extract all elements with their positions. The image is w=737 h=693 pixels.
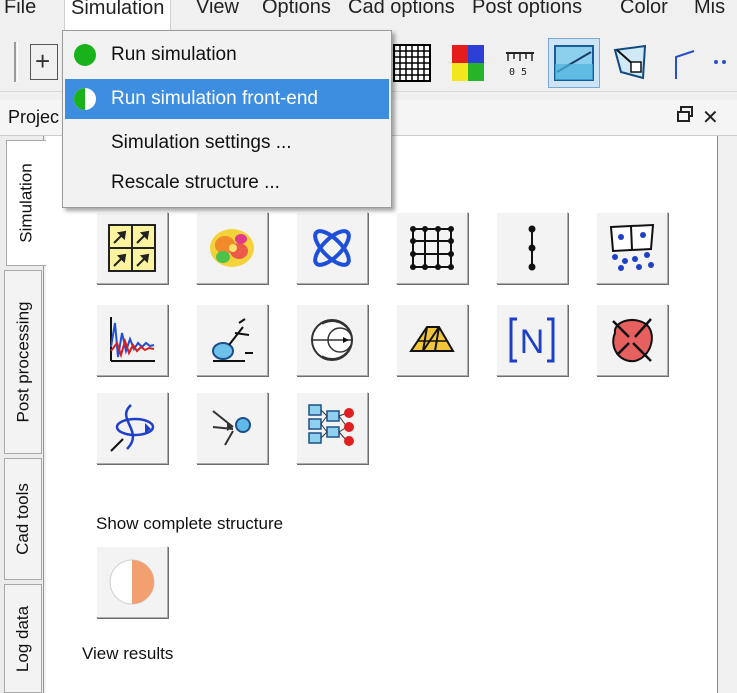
simulation-dropdown-menu: Run simulation Run simulation front-end …	[62, 30, 392, 208]
tab-simulation-label: Simulation	[16, 163, 36, 243]
menu-cad-options[interactable]: Cad options	[348, 0, 455, 19]
menu-simulation[interactable]: Simulation	[64, 0, 172, 30]
tab-post-processing-label: Post processing	[13, 301, 33, 423]
half-shade-icon[interactable]	[96, 546, 168, 618]
plus-icon[interactable]: +	[30, 44, 58, 80]
green-half-circle-icon	[74, 88, 96, 110]
port-probe-icon[interactable]	[196, 304, 268, 376]
menu-post-options[interactable]: Post options	[472, 0, 582, 19]
menu-item-simulation-settings-label: Simulation settings ...	[111, 132, 292, 153]
toolbar-grip[interactable]	[14, 42, 18, 82]
cad-transform-icon[interactable]	[604, 38, 656, 88]
mesh-points-icon[interactable]	[596, 212, 668, 284]
grid-icon[interactable]	[386, 38, 438, 88]
side-tab-strip: Simulation Post processing Cad tools Log…	[0, 136, 46, 693]
menu-file[interactable]: File	[4, 0, 36, 19]
menu-item-run-simulation[interactable]: Run simulation	[65, 35, 389, 75]
plane-view-icon[interactable]	[548, 38, 600, 88]
menu-item-run-simulation-front-end-label: Run simulation front-end	[111, 88, 318, 109]
menu-item-run-simulation-label: Run simulation	[111, 44, 237, 65]
menu-view[interactable]: View	[196, 0, 239, 19]
tab-log-data[interactable]: Log data	[4, 584, 42, 693]
quad-arrows-grid-icon[interactable]	[96, 212, 168, 284]
tab-cad-tools[interactable]: Cad tools	[4, 458, 42, 580]
node-grid-icon[interactable]	[396, 212, 468, 284]
menu-misc[interactable]: Mis	[694, 0, 725, 19]
menu-item-run-simulation-front-end[interactable]: Run simulation front-end	[65, 79, 389, 119]
restore-window-icon[interactable]	[676, 105, 694, 129]
radiation-pattern-icon[interactable]	[296, 212, 368, 284]
matrix-n-icon[interactable]: N	[496, 304, 568, 376]
smith-chart-icon[interactable]	[296, 304, 368, 376]
menu-item-rescale-structure[interactable]: Rescale structure ...	[65, 163, 389, 203]
simulation-panel: N Show complete structure View results	[46, 136, 718, 693]
network-arrows-icon[interactable]	[196, 392, 268, 464]
menu-item-simulation-settings[interactable]: Simulation settings ...	[65, 123, 389, 163]
more-tools-icon[interactable]	[700, 38, 737, 88]
absorbing-region-icon[interactable]	[596, 304, 668, 376]
svg-text:N: N	[520, 323, 545, 361]
vertical-dots-icon[interactable]	[496, 212, 568, 284]
menu-bar: File Simulation View Options Cad options…	[0, 0, 737, 30]
menu-item-rescale-structure-label: Rescale structure ...	[111, 172, 280, 193]
signal-plot-icon[interactable]	[96, 304, 168, 376]
menu-color[interactable]: Color	[620, 0, 668, 19]
neural-network-icon[interactable]	[296, 392, 368, 464]
show-complete-structure-label: Show complete structure	[96, 514, 284, 533]
color-palette-icon[interactable]	[442, 38, 494, 88]
tab-post-processing[interactable]: Post processing	[4, 270, 42, 454]
tab-cad-tools-label: Cad tools	[13, 483, 33, 555]
panel-border-strip	[720, 136, 737, 693]
field-blob-icon[interactable]	[196, 212, 268, 284]
curve-rotation-icon[interactable]	[96, 392, 168, 464]
green-circle-icon	[74, 44, 96, 66]
menu-options[interactable]: Options	[262, 0, 331, 19]
panel-title: Projec	[8, 107, 60, 127]
tab-simulation[interactable]: Simulation	[6, 140, 46, 266]
ruler-icon[interactable]: 0 5	[494, 38, 546, 88]
tab-log-data-label: Log data	[13, 605, 32, 672]
view-results-label: View results	[82, 644, 174, 663]
close-icon[interactable]: ✕	[702, 105, 719, 130]
ruler-text: 0 5	[509, 67, 527, 78]
truss-structure-icon[interactable]	[396, 304, 468, 376]
